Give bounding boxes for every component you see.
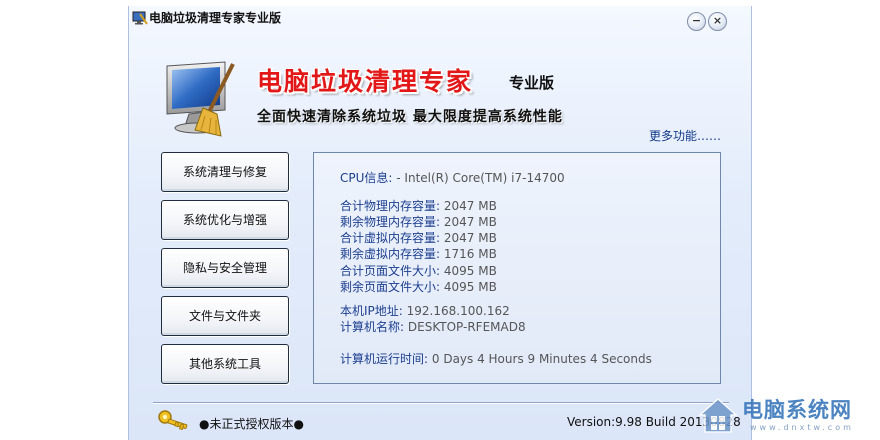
uptime: 计算机运行时间: 0 Days 4 Hours 9 Minutes 4 Seco… — [340, 351, 652, 367]
free-physical-label: 剩余物理内存容量: — [340, 215, 441, 229]
site-watermark: 电脑系统网 www.dnxtw.com — [694, 392, 880, 440]
hostname-label: 计算机名称: — [340, 320, 405, 334]
ip-label: 本机IP地址: — [340, 304, 403, 318]
minimize-icon: − — [691, 14, 702, 27]
total-virtual-value: 2047 MB — [443, 231, 497, 245]
free-physical-memory: 剩余物理内存容量: 2047 MB — [340, 214, 497, 230]
total-pagefile: 合计页面文件大小: 4095 MB — [340, 263, 497, 279]
watermark-text: 电脑系统网 — [742, 398, 852, 422]
computer-name: 计算机名称: DESKTOP-RFEMAD8 — [340, 319, 526, 335]
free-virtual-memory: 剩余虚拟内存容量: 1716 MB — [340, 246, 497, 262]
total-physical-memory: 合计物理内存容量: 2047 MB — [340, 198, 497, 214]
ip-address: 本机IP地址: 192.168.100.162 — [340, 303, 510, 319]
app-window: 电脑垃圾清理专家专业版 − × 电脑垃圾清理专家 专业版 全面快速清除系统垃圾 … — [128, 6, 752, 440]
free-pagefile-value: 4095 MB — [443, 280, 497, 294]
more-features-link[interactable]: 更多功能…… — [649, 127, 721, 144]
files-folders-button[interactable]: 文件与文件夹 — [161, 296, 289, 336]
hostname-value: DESKTOP-RFEMAD8 — [407, 320, 526, 334]
free-virtual-value: 1716 MB — [443, 247, 497, 261]
cpu-value: - Intel(R) Core(TM) i7-14700 — [396, 171, 565, 185]
license-status: ●未正式授权版本● — [199, 417, 304, 431]
total-physical-value: 2047 MB — [443, 199, 497, 213]
title-bar[interactable]: 电脑垃圾清理专家专业版 − × — [129, 6, 751, 31]
free-pagefile: 剩余页面文件大小: 4095 MB — [340, 279, 497, 295]
close-button[interactable]: × — [708, 12, 727, 31]
total-physical-label: 合计物理内存容量: — [340, 199, 441, 213]
cpu-info: CPU信息: - Intel(R) Core(TM) i7-14700 — [340, 170, 565, 186]
brand-slogan: 全面快速清除系统垃圾 最大限度提高系统性能 — [257, 109, 563, 125]
system-clean-repair-button[interactable]: 系统清理与修复 — [161, 152, 289, 192]
total-virtual-label: 合计虚拟内存容量: — [340, 231, 441, 245]
system-info-panel: CPU信息: - Intel(R) Core(TM) i7-14700 合计物理… — [313, 152, 721, 384]
total-pagefile-value: 4095 MB — [443, 264, 497, 278]
footer-divider — [153, 402, 729, 404]
free-virtual-label: 剩余虚拟内存容量: — [340, 247, 441, 261]
total-pagefile-label: 合计页面文件大小: — [340, 264, 441, 278]
free-pagefile-label: 剩余页面文件大小: — [340, 280, 441, 294]
free-physical-value: 2047 MB — [443, 215, 497, 229]
app-icon — [132, 11, 148, 25]
cpu-label: CPU信息: — [340, 171, 393, 185]
brand-name: 电脑垃圾清理专家 — [257, 67, 474, 96]
window-title: 电脑垃圾清理专家专业版 — [149, 11, 282, 25]
close-icon: × — [712, 14, 723, 27]
total-virtual-memory: 合计虚拟内存容量: 2047 MB — [340, 230, 497, 246]
system-optimize-button[interactable]: 系统优化与增强 — [161, 200, 289, 240]
uptime-value: 0 Days 4 Hours 9 Minutes 4 Seconds — [431, 352, 652, 366]
monitor-broom-icon — [166, 61, 235, 137]
watermark-url: www.dnxtw.com — [750, 423, 854, 432]
ip-value: 192.168.100.162 — [406, 304, 510, 318]
key-icon — [158, 410, 188, 431]
brand-edition: 专业版 — [509, 74, 555, 92]
house-icon — [698, 397, 738, 433]
privacy-security-button[interactable]: 隐私与安全管理 — [161, 248, 289, 288]
uptime-label: 计算机运行时间: — [340, 352, 429, 366]
minimize-button[interactable]: − — [687, 12, 706, 31]
other-tools-button[interactable]: 其他系统工具 — [161, 344, 289, 384]
